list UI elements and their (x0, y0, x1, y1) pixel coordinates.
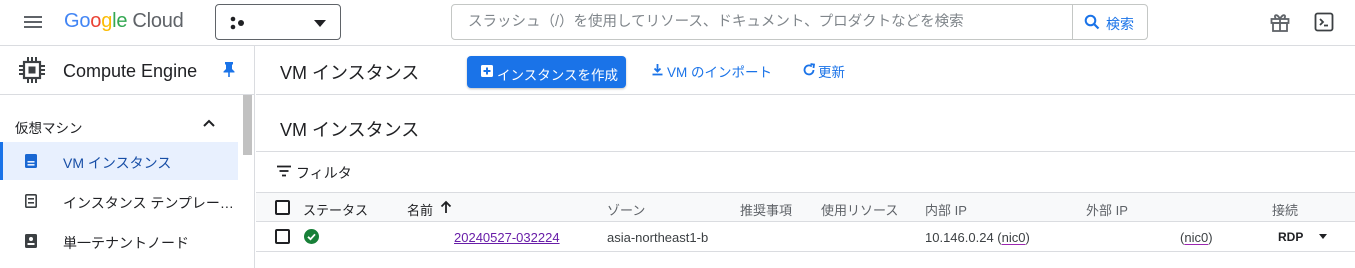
action-bar: VM インスタンス インスタンスを作成 VM のインポート 更新 (256, 46, 1355, 95)
header-recommendation[interactable]: 推奨事項 (740, 200, 792, 219)
header-zone[interactable]: ゾーン (607, 200, 645, 219)
menu-icon[interactable] (22, 13, 44, 33)
create-instance-button[interactable]: インスタンスを作成 (467, 56, 626, 88)
sidebar-item-label: 単一テナントノード (63, 235, 189, 251)
pin-icon[interactable] (222, 61, 236, 77)
search-bar: 検索 (451, 4, 1148, 40)
page-title: VM インスタンス (280, 63, 420, 83)
divider (256, 151, 1355, 152)
sidebar-item-instance-templates[interactable]: インスタンス テンプレー… (0, 182, 238, 220)
section-vm-header[interactable]: 仮想マシン (0, 106, 238, 142)
internal-ip-value: 10.146.0.24 (925, 230, 994, 245)
table-header: ステータス 名前 ゾーン 推奨事項 使用リソース 内部 IP 外部 IP 接続 (256, 192, 1355, 222)
logo-part: Go (64, 10, 91, 32)
refresh-label: 更新 (818, 65, 845, 80)
google-cloud-logo[interactable]: Google Cloud (64, 10, 184, 33)
section-title: VM インスタンス (280, 120, 420, 140)
search-input[interactable] (452, 5, 1072, 39)
logo-part: g (101, 10, 113, 32)
terminal-icon[interactable] (1312, 10, 1336, 34)
logo-part: le (112, 10, 128, 32)
gift-icon[interactable] (1268, 10, 1292, 34)
top-bar: GoogleCloud 検索 (0, 0, 1355, 46)
sidebar-item-vm-instances[interactable]: VM インスタンス (0, 142, 238, 180)
connect-options-caret-icon[interactable] (1319, 234, 1327, 239)
compute-engine-icon (19, 57, 45, 83)
row-checkbox[interactable] (275, 229, 290, 244)
chevron-up-icon (203, 119, 215, 127)
logo-part: Cloud (132, 10, 184, 32)
add-box-icon (481, 65, 493, 77)
main-content: VM インスタンス インスタンスを作成 VM のインポート 更新 VM インスタ… (256, 46, 1355, 268)
sidebar-item-label: VM インスタンス (63, 155, 172, 171)
download-icon (652, 64, 663, 76)
search-icon (1084, 14, 1100, 30)
checkmark-icon (307, 233, 316, 241)
refresh-icon (803, 63, 816, 76)
project-icon (230, 16, 244, 30)
product-header: Compute Engine (0, 46, 254, 95)
filter-button[interactable]: フィルタ (277, 163, 357, 183)
active-indicator (0, 142, 3, 180)
zone-cell: asia-northeast1-b (607, 230, 709, 245)
header-connect[interactable]: 接続 (1272, 200, 1298, 219)
search-button-label: 検索 (1106, 16, 1134, 32)
sidebar-scrollbar[interactable] (243, 95, 252, 155)
instance-name-link[interactable]: 20240527-032224 (454, 230, 560, 245)
logo-part: o (90, 10, 102, 32)
select-all-checkbox[interactable] (275, 200, 290, 215)
internal-ip-cell: 10.146.0.24 (nic0) (925, 230, 1030, 245)
sort-arrow-up-icon[interactable] (439, 200, 453, 214)
template-icon (24, 193, 37, 208)
filter-label: フィルタ (296, 165, 352, 181)
header-external-ip[interactable]: 外部 IP (1086, 200, 1128, 219)
search-button[interactable]: 検索 (1072, 5, 1148, 39)
vm-icon (25, 154, 37, 168)
section-label: 仮想マシン (15, 121, 83, 136)
status-running-icon (304, 229, 319, 244)
filter-icon (277, 165, 291, 177)
header-status[interactable]: ステータス (303, 200, 368, 219)
header-in-use-by[interactable]: 使用リソース (821, 200, 898, 219)
external-nic-link[interactable]: nic0 (1184, 230, 1208, 245)
rdp-button[interactable]: RDP (1278, 230, 1303, 244)
sidebar-item-label: インスタンス テンプレー… (63, 195, 234, 211)
node-icon (25, 234, 37, 248)
project-selector[interactable] (215, 4, 341, 40)
header-name[interactable]: 名前 (407, 200, 433, 219)
caret-down-icon (314, 20, 326, 27)
sidebar-item-sole-tenant-nodes[interactable]: 単一テナントノード (0, 222, 238, 260)
header-internal-ip[interactable]: 内部 IP (925, 200, 967, 219)
import-vm-label: VM のインポート (667, 65, 773, 80)
external-ip-cell: (nic0) (1180, 230, 1213, 245)
internal-nic-link[interactable]: nic0 (1002, 230, 1026, 245)
product-title: Compute Engine (63, 61, 198, 81)
table-row: 20240527-032224 asia-northeast1-b 10.146… (256, 222, 1355, 252)
sidebar: Compute Engine 仮想マシン VM インスタンス インスタンス テン… (0, 46, 255, 268)
create-instance-label: インスタンスを作成 (497, 68, 618, 83)
